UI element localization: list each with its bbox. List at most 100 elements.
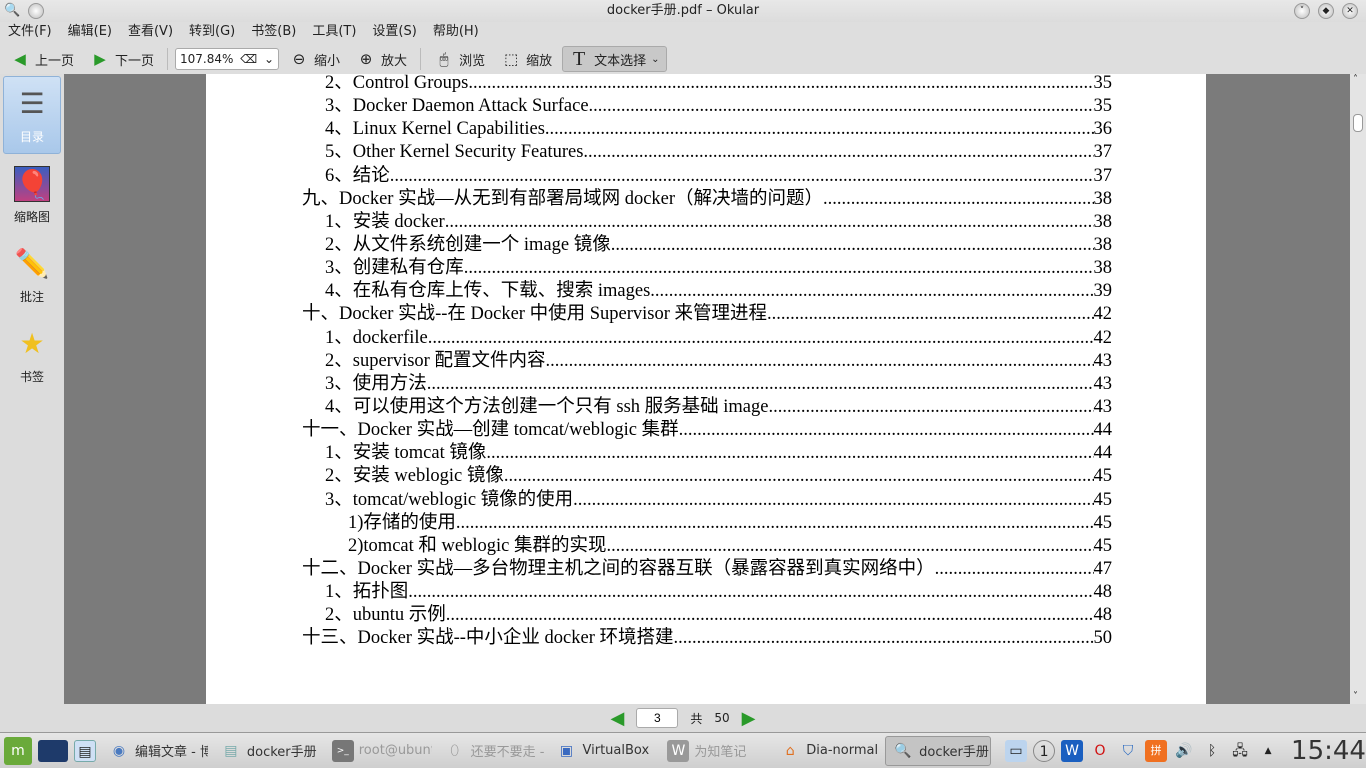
toc-entry[interactable]: 3、创建私有仓库 38 xyxy=(302,257,1112,280)
dot-leader xyxy=(673,627,1093,650)
toc-entry-page: 38 xyxy=(1093,234,1113,255)
zoom-out-button[interactable]: ⊖ 缩小 xyxy=(283,46,346,72)
chevron-down-icon[interactable]: ⌄ xyxy=(651,54,659,65)
wps-icon[interactable]: W xyxy=(1061,739,1084,762)
prev-page-button[interactable]: ◀ 上一页 xyxy=(4,46,80,72)
dot-leader xyxy=(408,581,1093,604)
menu-go[interactable]: 转到(G) xyxy=(189,22,243,44)
dot-leader xyxy=(935,558,1094,581)
toc-entry[interactable]: 十二、Docker 实战—多台物理主机之间的容器互联（暴露容器到真实网络中） 47 xyxy=(302,558,1112,581)
toc-entry[interactable]: 6、结论 37 xyxy=(302,165,1112,188)
close-button[interactable]: ✕ xyxy=(1342,3,1358,19)
scroll-down-icon[interactable]: ˅ xyxy=(1353,691,1358,702)
network-icon[interactable]: 🖧 xyxy=(1229,740,1251,762)
task-dia[interactable]: ⌂ Dia-normal xyxy=(773,736,879,766)
prev-page-arrow-icon[interactable]: ◀ xyxy=(611,708,625,729)
minimize-button[interactable]: ˅ xyxy=(1294,3,1310,19)
window-menu-button[interactable] xyxy=(28,3,44,19)
toc-entry-page: 38 xyxy=(1093,188,1113,209)
menu-file[interactable]: 文件(F) xyxy=(8,22,60,44)
next-page-button[interactable]: ▶ 下一页 xyxy=(84,46,160,72)
text-select-button[interactable]: T 文本选择 ⌄ xyxy=(562,46,667,72)
mouse-icon: 🖱 xyxy=(439,50,449,68)
sidebar-item-bookmarks[interactable]: ★ 书签 xyxy=(3,316,61,394)
scrollbar-thumb[interactable] xyxy=(1353,114,1363,132)
dot-leader xyxy=(823,188,1093,211)
toc-entry[interactable]: 1)存储的使用 45 xyxy=(302,512,1112,535)
menu-help[interactable]: 帮助(H) xyxy=(433,22,487,44)
toc-entry[interactable]: 2、从文件系统创建一个 image 镜像 38 xyxy=(302,234,1112,257)
show-desktop-icon[interactable] xyxy=(38,739,68,762)
document-viewer[interactable]: 2、Control Groups353、Docker Daemon Attack… xyxy=(64,74,1350,704)
opera-icon[interactable]: O xyxy=(1089,740,1111,762)
volume-icon[interactable]: 🔊 xyxy=(1173,740,1195,762)
task-docker-files[interactable]: ▤ docker手册 - xyxy=(214,736,320,766)
dot-leader xyxy=(589,95,1094,118)
menu-tools[interactable]: 工具(T) xyxy=(312,22,364,44)
zoom-combobox[interactable]: 107.84% ⌫ ⌄ xyxy=(175,48,280,70)
toc-entry[interactable]: 2、supervisor 配置文件内容 43 xyxy=(302,350,1112,373)
toc-entry[interactable]: 十一、Docker 实战—创建 tomcat/weblogic 集群 44 xyxy=(302,419,1112,442)
toc-entry[interactable]: 4、Linux Kernel Capabilities 36 xyxy=(302,118,1112,141)
toc-entry[interactable]: 3、Docker Daemon Attack Surface 35 xyxy=(302,95,1112,118)
toc-entry[interactable]: 九、Docker 实战—从无到有部署局域网 docker（解决墙的问题） 38 xyxy=(302,188,1112,211)
toc-entry[interactable]: 十、Docker 实战--在 Docker 中使用 Supervisor 来管理… xyxy=(302,303,1112,326)
dot-leader xyxy=(445,211,1094,234)
display-icon[interactable]: ▭ xyxy=(1005,739,1028,762)
input-method-icon[interactable]: 拼 xyxy=(1145,739,1168,762)
clear-icon[interactable]: ⌫ xyxy=(240,52,257,66)
toc-entry[interactable]: 2、ubuntu 示例 48 xyxy=(302,604,1112,627)
toc-entry[interactable]: 1、dockerfile 42 xyxy=(302,327,1112,350)
toc-entry-title: 4、可以使用这个方法创建一个只有 ssh 服务基础 image xyxy=(325,396,769,417)
menu-view[interactable]: 查看(V) xyxy=(128,22,181,44)
notification-counter-icon[interactable]: 1 xyxy=(1033,739,1056,762)
dot-leader xyxy=(468,74,1093,95)
toc-entry-page: 42 xyxy=(1093,327,1113,348)
toc-entry[interactable]: 4、可以使用这个方法创建一个只有 ssh 服务基础 image 43 xyxy=(302,396,1112,419)
toc-entry[interactable]: 1、安装 tomcat 镜像 44 xyxy=(302,442,1112,465)
sidebar-label: 批注 xyxy=(19,289,44,304)
task-media[interactable]: ⬯ 还要不要走 - xyxy=(438,736,543,766)
toc-entry[interactable]: 5、Other Kernel Security Features 37 xyxy=(302,141,1112,164)
task-terminal[interactable]: >_ root@ubuntu xyxy=(326,736,432,766)
scroll-up-icon[interactable]: ˄ xyxy=(1353,74,1358,85)
toc-entry[interactable]: 3、使用方法 43 xyxy=(302,373,1112,396)
bluetooth-icon[interactable]: ᛒ xyxy=(1201,740,1223,762)
file-manager-icon[interactable]: ▤ xyxy=(74,739,96,762)
zoom-in-button[interactable]: ⊕ 放大 xyxy=(350,46,413,72)
zoom-tool-button[interactable]: ⬚ 缩放 xyxy=(495,46,558,72)
page-number-input[interactable] xyxy=(636,708,679,728)
mint-menu-icon[interactable]: m xyxy=(4,736,32,765)
chevron-down-icon[interactable]: ⌄ xyxy=(264,52,274,66)
toc-entry[interactable]: 4、在私有仓库上传、下载、搜索 images 39 xyxy=(302,280,1112,303)
clock[interactable]: 15:44 xyxy=(1291,736,1366,766)
task-chrome[interactable]: ◉ 编辑文章 - 博 xyxy=(102,736,208,766)
task-okular[interactable]: 🔍 docker手册. xyxy=(885,735,992,766)
menu-edit[interactable]: 编辑(E) xyxy=(68,22,120,44)
maximize-button[interactable]: ◆ xyxy=(1318,3,1334,19)
vertical-scrollbar[interactable]: ˄ ˅ xyxy=(1350,74,1366,704)
task-virtualbox[interactable]: ▣ VirtualBox xyxy=(550,736,656,766)
shield-icon[interactable]: ⛉ xyxy=(1117,740,1139,762)
sidebar-item-toc[interactable]: ☰ 目录 xyxy=(3,76,61,154)
menu-bookmarks[interactable]: 书签(B) xyxy=(251,22,304,44)
browse-tool-button[interactable]: 🖱 浏览 xyxy=(428,46,491,72)
toc-entry[interactable]: 2、安装 weblogic 镜像 45 xyxy=(302,465,1112,488)
sidebar-item-annotations[interactable]: ✏️ 批注 xyxy=(3,236,61,314)
toc-entry[interactable]: 2)tomcat 和 weblogic 集群的实现 45 xyxy=(302,535,1112,558)
prev-arrow-icon: ◀ xyxy=(14,50,26,68)
sidebar-item-thumbnails[interactable]: 🎈 缩略图 xyxy=(3,156,61,234)
file-manager-icon: ▤ xyxy=(224,742,238,759)
toc-entry[interactable]: 1、安装 docker 38 xyxy=(302,211,1112,234)
next-page-arrow-icon[interactable]: ▶ xyxy=(742,708,756,729)
total-pages: 50 xyxy=(714,711,730,725)
toc-entry[interactable]: 十三、Docker 实战--中小企业 docker 环境搭建 50 xyxy=(302,627,1112,650)
menu-settings[interactable]: 设置(S) xyxy=(372,22,424,44)
tray-expand-icon[interactable]: ▲ xyxy=(1257,740,1279,762)
toc-entry[interactable]: 1、拓扑图 48 xyxy=(302,581,1112,604)
toc-entry[interactable]: 3、tomcat/weblogic 镜像的使用 45 xyxy=(302,489,1112,512)
okular-app-icon[interactable]: 🔍 xyxy=(4,3,20,19)
task-wiz[interactable]: W 为知笔记 xyxy=(661,736,767,766)
toc-entry[interactable]: 2、Control Groups 35 xyxy=(302,74,1112,95)
toc-entry-page: 48 xyxy=(1093,605,1113,626)
